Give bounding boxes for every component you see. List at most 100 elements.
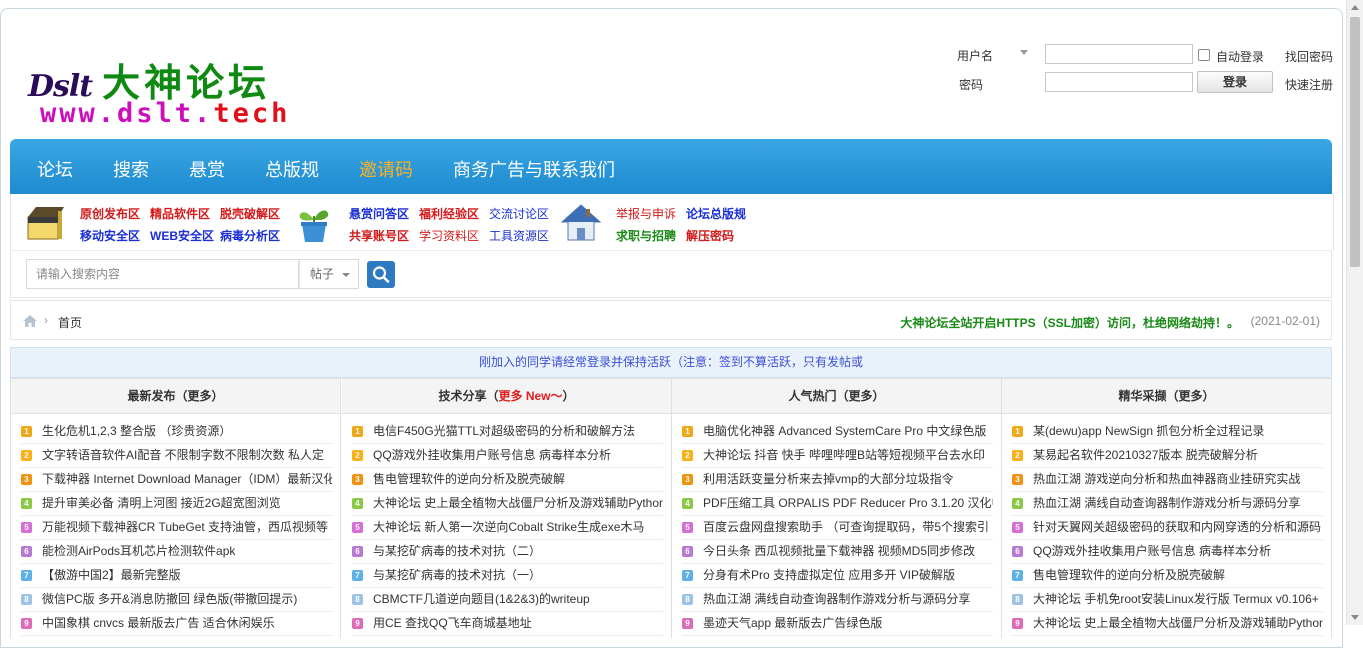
thread-row[interactable]: 2 文字转语音软件AI配音 不限制字数不限制次数 私人定	[21, 444, 332, 468]
zone-qa[interactable]: 悬赏问答区	[349, 205, 409, 222]
nav-invite-code[interactable]: 邀请码	[359, 156, 413, 182]
thread-title-link[interactable]: 大神论坛 手机免root安装Linux发行版 Termux v0.106+	[1033, 588, 1319, 611]
thread-title-link[interactable]: 热血江湖 满线自动查询器制作游戏分析与源码分享	[1033, 492, 1300, 515]
thread-title-link[interactable]: QQ游戏外挂收集用户账号信息 病毒样本分析	[373, 444, 611, 467]
thread-title-link[interactable]: 【傲游中国2】最新完整版	[42, 564, 181, 587]
remember-label[interactable]: 自动登录	[1216, 48, 1264, 65]
thread-title-link[interactable]: PDF压缩工具 ORPALIS PDF Reducer Pro 3.1.20 汉…	[703, 492, 993, 515]
thread-row[interactable]: 1 电脑优化神器 Advanced SystemCare Pro 中文绿色版	[682, 420, 993, 444]
column-header[interactable]: 人气热门（更多）	[672, 378, 1001, 414]
zone-forum-rules[interactable]: 论坛总版规	[686, 205, 746, 222]
thread-row[interactable]: 1 生化危机1,2,3 整合版 （珍贵资源）	[21, 420, 332, 444]
thread-row[interactable]: 4 热血江湖 满线自动查询器制作游戏分析与源码分享	[1012, 492, 1323, 516]
site-logo[interactable]: Dslt 大神论坛 www.dslt.tech	[28, 52, 308, 136]
thread-title-link[interactable]: 文字转语音软件AI配音 不限制字数不限制次数 私人定	[42, 444, 324, 467]
thread-row[interactable]: 7 售电管理软件的逆向分析及脱壳破解	[1012, 564, 1323, 588]
thread-title-link[interactable]: 利用活跃变量分析来去掉vmp的大部分垃圾指令	[703, 468, 954, 491]
zone-software[interactable]: 精品软件区	[150, 205, 210, 222]
thread-row[interactable]: 3 热血江湖 游戏逆向分析和热血神器商业挂研究实战	[1012, 468, 1323, 492]
thread-row[interactable]: 7 与某挖矿病毒的技术对抗（一）	[352, 564, 663, 588]
thread-row[interactable]: 9 大神论坛 史上最全植物大战僵尸分析及游戏辅助Python	[1012, 612, 1323, 636]
thread-row[interactable]: 8 CBMCTF几道逆向题目(1&2&3)的writeup	[352, 588, 663, 612]
thread-row[interactable]: 7 【傲游中国2】最新完整版	[21, 564, 332, 588]
thread-title-link[interactable]: 百度云盘网盘搜索助手 （可查询提取码，带5个搜索引	[703, 516, 989, 539]
search-type-select[interactable]: 帖子	[299, 259, 359, 289]
thread-row[interactable]: 7 分身有术Pro 支持虚拟定位 应用多开 VIP破解版	[682, 564, 993, 588]
thread-title-link[interactable]: 大神论坛 抖音 快手 哔哩哔哩B站等短视频平台去水印	[703, 444, 985, 467]
zone-report[interactable]: 举报与申诉	[616, 205, 676, 222]
thread-title-link[interactable]: 大神论坛 史上最全植物大战僵尸分析及游戏辅助Python	[1033, 612, 1323, 635]
zone-virus-analysis[interactable]: 病毒分析区	[220, 227, 280, 244]
nav-bounty[interactable]: 悬赏	[189, 156, 225, 182]
thread-title-link[interactable]: 电脑优化神器 Advanced SystemCare Pro 中文绿色版	[703, 420, 986, 443]
thread-row[interactable]: 6 与某挖矿病毒的技术对抗（二）	[352, 540, 663, 564]
thread-title-link[interactable]: 售电管理软件的逆向分析及脱壳破解	[1033, 564, 1225, 587]
announcement-link[interactable]: 大神论坛全站开启HTTPS（SSL加密）访问，杜绝网络劫持！。	[900, 314, 1239, 331]
zone-mobile-security[interactable]: 移动安全区	[80, 227, 140, 244]
thread-title-link[interactable]: 用CE 查找QQ飞车商城基地址	[373, 612, 532, 635]
zone-discussion[interactable]: 交流讨论区	[489, 205, 549, 222]
thread-row[interactable]: 8 微信PC版 多开&消息防撤回 绿色版(带撤回提示)	[21, 588, 332, 612]
thread-row[interactable]: 8 热血江湖 满线自动查询器制作游戏分析与源码分享	[682, 588, 993, 612]
username-type-select[interactable]: 用户名	[957, 47, 993, 64]
column-header[interactable]: 最新发布（更多）	[11, 378, 340, 414]
thread-row[interactable]: 2 QQ游戏外挂收集用户账号信息 病毒样本分析	[352, 444, 663, 468]
thread-title-link[interactable]: 热血江湖 满线自动查询器制作游戏分析与源码分享	[703, 588, 970, 611]
thread-row[interactable]: 8 大神论坛 手机免root安装Linux发行版 Termux v0.106+	[1012, 588, 1323, 612]
login-button[interactable]: 登录	[1197, 71, 1273, 93]
remember-checkbox[interactable]	[1198, 49, 1210, 61]
password-input[interactable]	[1045, 72, 1193, 92]
thread-title-link[interactable]: CBMCTF几道逆向题目(1&2&3)的writeup	[373, 588, 590, 611]
zone-welfare[interactable]: 福利经验区	[419, 205, 479, 222]
thread-title-link[interactable]: 某(dewu)app NewSign 抓包分析全过程记录	[1033, 420, 1264, 443]
thread-title-link[interactable]: 某易起名软件20210327版本 脱壳破解分析	[1033, 444, 1258, 467]
zone-web-security[interactable]: WEB安全区	[150, 227, 214, 244]
zone-shared-accounts[interactable]: 共享账号区	[349, 227, 409, 244]
thread-title-link[interactable]: 电信F450G光猫TTL对超级密码的分析和破解方法	[373, 420, 635, 443]
thread-title-link[interactable]: 大神论坛 史上最全植物大战僵尸分析及游戏辅助Python	[373, 492, 663, 515]
thread-title-link[interactable]: 万能视频下载神器CR TubeGet 支持油管，西瓜视频等	[42, 516, 328, 539]
column-header[interactable]: 技术分享（更多 New～）	[342, 378, 671, 414]
thread-row[interactable]: 2 某易起名软件20210327版本 脱壳破解分析	[1012, 444, 1323, 468]
thread-row[interactable]: 4 大神论坛 史上最全植物大战僵尸分析及游戏辅助Python	[352, 492, 663, 516]
nav-forum[interactable]: 论坛	[37, 156, 73, 182]
thread-title-link[interactable]: QQ游戏外挂收集用户账号信息 病毒样本分析	[1033, 540, 1271, 563]
thread-title-link[interactable]: 与某挖矿病毒的技术对抗（一）	[373, 564, 541, 587]
breadcrumb-home[interactable]: 首页	[58, 314, 82, 331]
thread-row[interactable]: 6 QQ游戏外挂收集用户账号信息 病毒样本分析	[1012, 540, 1323, 564]
thread-title-link[interactable]: 售电管理软件的逆向分析及脱壳破解	[373, 468, 565, 491]
thread-row[interactable]: 9 中国象棋 cnvcs 最新版去广告 适合休闲娱乐	[21, 612, 332, 636]
scroll-up-icon[interactable]	[1351, 5, 1359, 10]
zone-learning[interactable]: 学习资料区	[419, 227, 479, 244]
zone-jobs[interactable]: 求职与招聘	[616, 227, 676, 244]
zone-unzip-password[interactable]: 解压密码	[686, 227, 734, 244]
thread-row[interactable]: 1 电信F450G光猫TTL对超级密码的分析和破解方法	[352, 420, 663, 444]
thread-title-link[interactable]: 针对天翼网关超级密码的获取和内网穿透的分析和源码	[1033, 516, 1321, 539]
thread-row[interactable]: 5 针对天翼网关超级密码的获取和内网穿透的分析和源码	[1012, 516, 1323, 540]
thread-title-link[interactable]: 大神论坛 新人第一次逆向Cobalt Strike生成exe木马	[373, 516, 644, 539]
home-icon[interactable]	[22, 314, 38, 328]
column-header[interactable]: 精华采撷（更多）	[1002, 378, 1331, 414]
forgot-password-link[interactable]: 找回密码	[1285, 48, 1333, 65]
zone-unpack[interactable]: 脱壳破解区	[220, 205, 280, 222]
thread-row[interactable]: 6 能检测AirPods耳机芯片检测软件apk	[21, 540, 332, 564]
zone-tools[interactable]: 工具资源区	[489, 227, 549, 244]
thread-row[interactable]: 2 大神论坛 抖音 快手 哔哩哔哩B站等短视频平台去水印	[682, 444, 993, 468]
thread-row[interactable]: 9 用CE 查找QQ飞车商城基地址	[352, 612, 663, 636]
thread-row[interactable]: 5 大神论坛 新人第一次逆向Cobalt Strike生成exe木马	[352, 516, 663, 540]
thread-row[interactable]: 3 下载神器 Internet Download Manager（IDM）最新汉化	[21, 468, 332, 492]
vertical-scrollbar[interactable]	[1346, 0, 1363, 625]
scrollbar-thumb[interactable]	[1350, 17, 1360, 267]
thread-title-link[interactable]: 分身有术Pro 支持虚拟定位 应用多开 VIP破解版	[703, 564, 955, 587]
thread-title-link[interactable]: 今日头条 西瓜视频批量下载神器 视频MD5同步修改	[703, 540, 975, 563]
nav-rules[interactable]: 总版规	[265, 156, 319, 182]
thread-title-link[interactable]: 微信PC版 多开&消息防撤回 绿色版(带撤回提示)	[42, 588, 297, 611]
thread-title-link[interactable]: 热血江湖 游戏逆向分析和热血神器商业挂研究实战	[1033, 468, 1300, 491]
zone-original[interactable]: 原创发布区	[80, 205, 140, 222]
thread-row[interactable]: 5 万能视频下载神器CR TubeGet 支持油管，西瓜视频等	[21, 516, 332, 540]
thread-title-link[interactable]: 生化危机1,2,3 整合版 （珍贵资源）	[42, 420, 231, 443]
thread-title-link[interactable]: 下载神器 Internet Download Manager（IDM）最新汉化	[42, 468, 332, 491]
thread-title-link[interactable]: 提升审美必备 清明上河图 接近2G超宽图浏览	[42, 492, 281, 515]
search-button[interactable]	[367, 261, 395, 288]
thread-row[interactable]: 5 百度云盘网盘搜索助手 （可查询提取码，带5个搜索引	[682, 516, 993, 540]
